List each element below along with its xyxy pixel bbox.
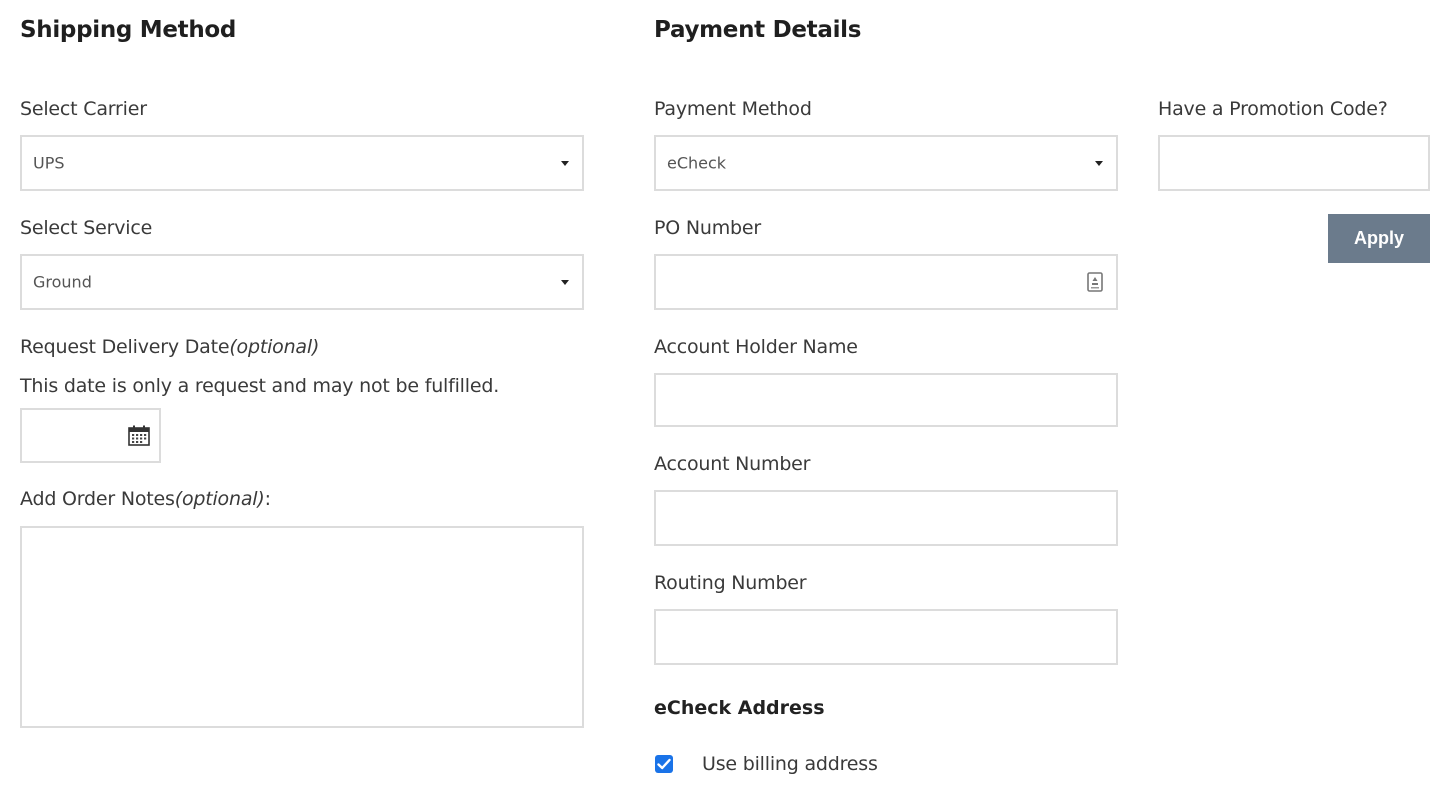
- payment-details-heading: Payment Details: [654, 17, 862, 43]
- po-number-label: PO Number: [654, 217, 761, 239]
- delivery-date-label-text: Request Delivery Date: [20, 336, 230, 358]
- promo-code-input[interactable]: [1158, 135, 1430, 191]
- chevron-down-icon: [561, 280, 569, 285]
- optional-tag: (optional): [229, 336, 320, 358]
- delivery-date-helper: This date is only a request and may not …: [20, 375, 500, 397]
- payment-method-value: eCheck: [667, 153, 727, 173]
- service-select[interactable]: Ground: [20, 254, 584, 310]
- select-carrier-label: Select Carrier: [20, 98, 147, 120]
- po-number-input[interactable]: [654, 254, 1118, 310]
- account-number-input[interactable]: [654, 490, 1118, 546]
- account-holder-input[interactable]: [654, 373, 1118, 427]
- echeck-address-heading: eCheck Address: [654, 697, 825, 719]
- calendar-icon[interactable]: [128, 425, 150, 446]
- carrier-select[interactable]: UPS: [20, 135, 584, 191]
- payment-method-select[interactable]: eCheck: [654, 135, 1118, 191]
- contact-card-icon[interactable]: [1087, 272, 1103, 292]
- optional-tag: (optional): [174, 488, 265, 510]
- checkmark-icon: [657, 758, 671, 770]
- order-notes-label: Add Order Notes(optional):: [20, 488, 271, 510]
- delivery-date-input[interactable]: [20, 408, 161, 463]
- payment-method-label: Payment Method: [654, 98, 812, 120]
- service-select-value: Ground: [33, 272, 92, 292]
- account-number-label: Account Number: [654, 453, 811, 475]
- order-notes-textarea[interactable]: [20, 526, 584, 728]
- promo-code-label: Have a Promotion Code?: [1158, 98, 1388, 120]
- routing-number-label: Routing Number: [654, 572, 807, 594]
- delivery-date-label: Request Delivery Date(optional): [20, 336, 319, 358]
- carrier-select-value: UPS: [33, 153, 65, 173]
- use-billing-address-label[interactable]: Use billing address: [702, 753, 878, 775]
- chevron-down-icon: [1095, 161, 1103, 166]
- order-notes-label-text: Add Order Notes: [20, 488, 175, 510]
- chevron-down-icon: [561, 161, 569, 166]
- use-billing-address-checkbox[interactable]: [655, 755, 673, 773]
- account-holder-label: Account Holder Name: [654, 336, 858, 358]
- select-service-label: Select Service: [20, 217, 153, 239]
- shipping-method-heading: Shipping Method: [20, 17, 237, 43]
- routing-number-input[interactable]: [654, 609, 1118, 665]
- apply-promo-button[interactable]: Apply: [1328, 214, 1430, 263]
- order-notes-colon: :: [264, 488, 271, 510]
